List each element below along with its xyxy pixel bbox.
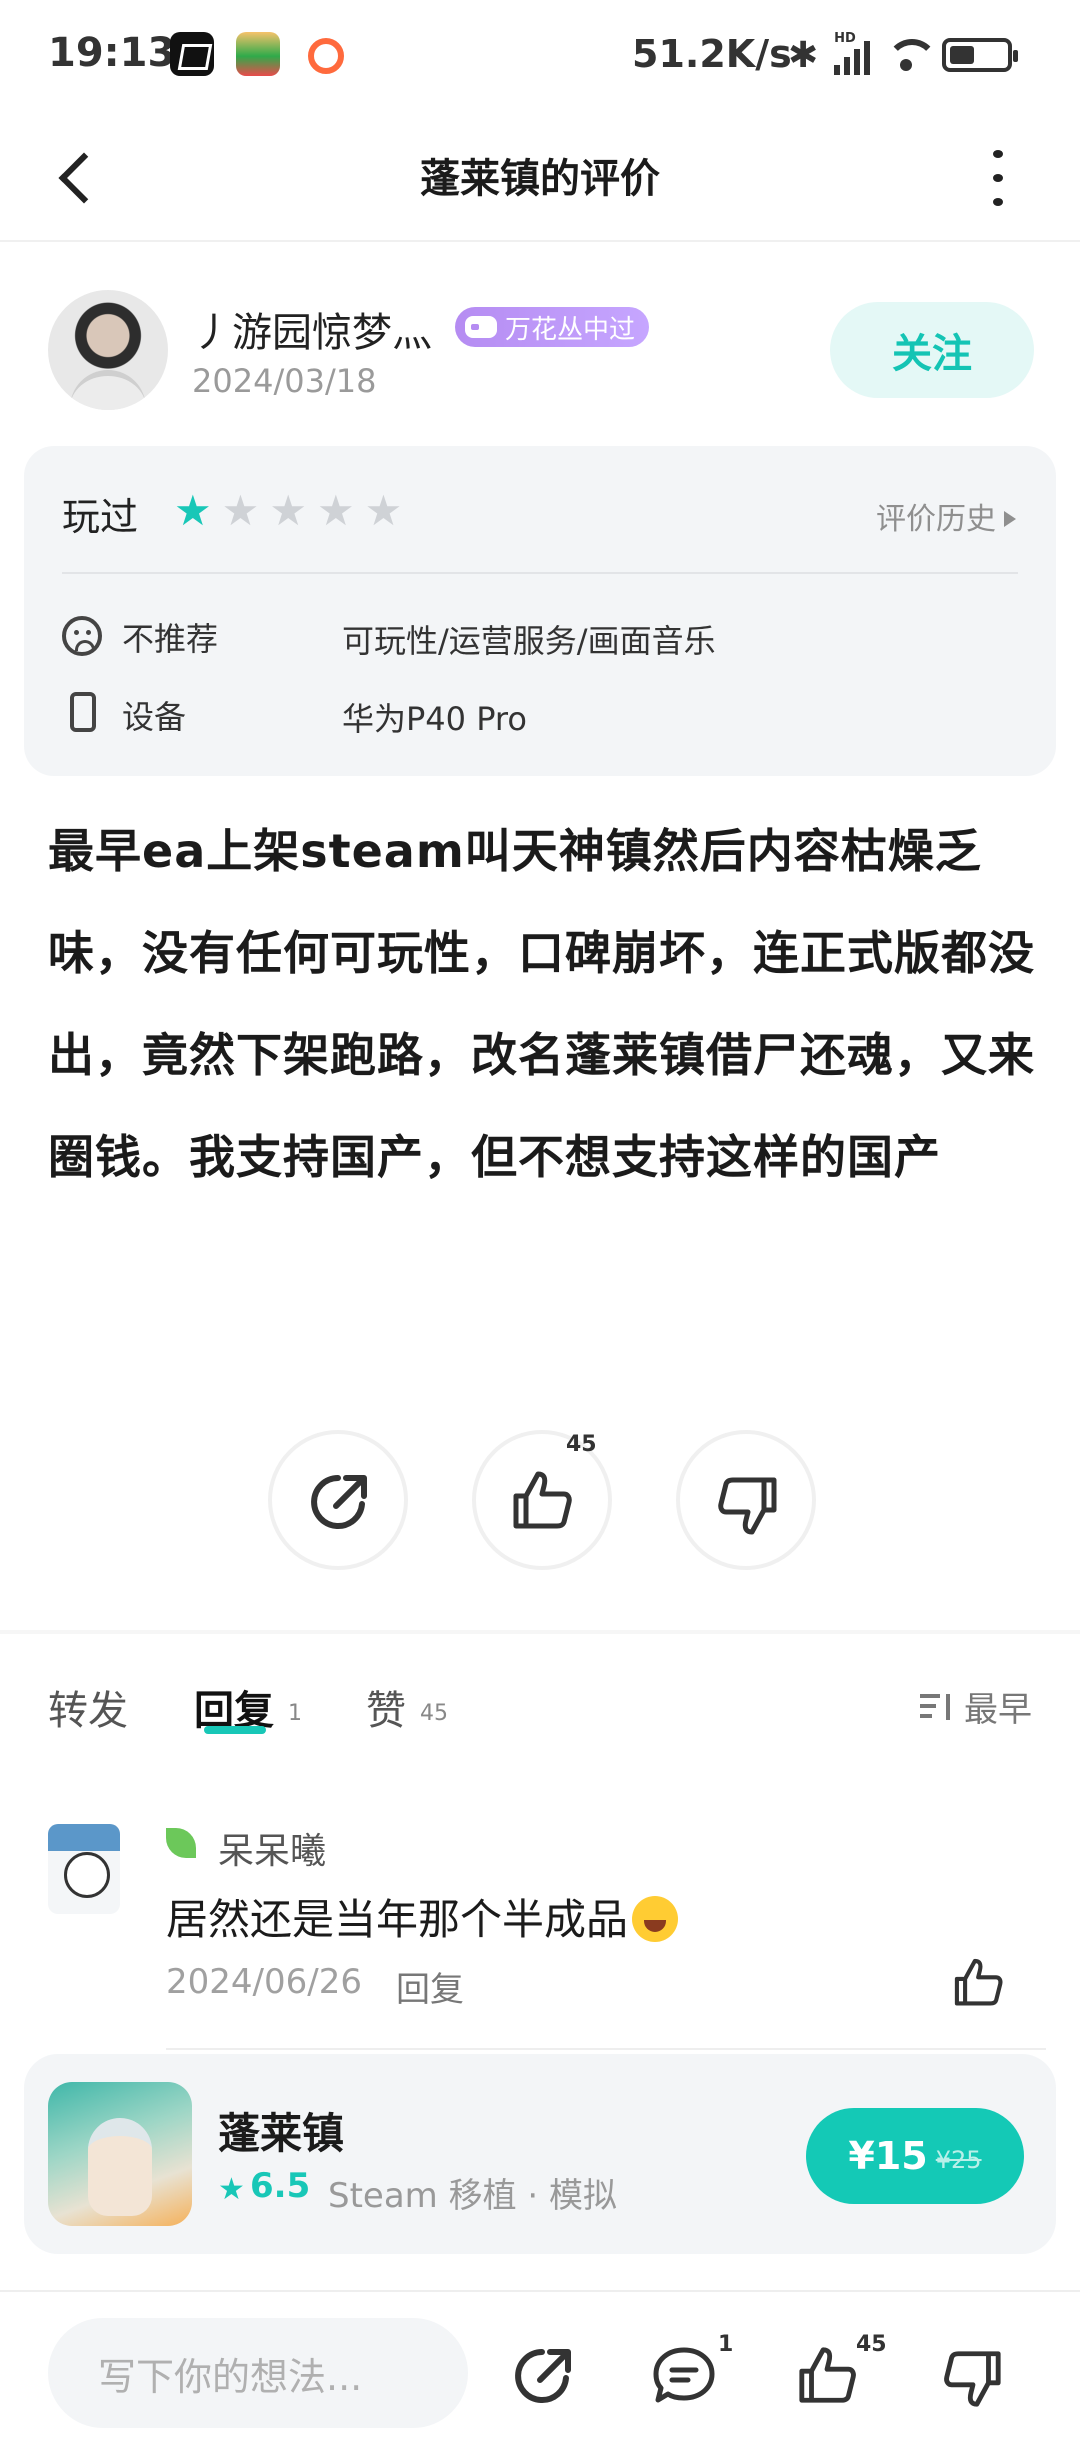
status-bar: 19:13 51.2K/s ✱ HD bbox=[0, 0, 1080, 110]
divider bbox=[0, 2290, 1080, 2292]
dislike-button[interactable] bbox=[676, 1430, 816, 1570]
rating-history-label: 评价历史 bbox=[876, 502, 996, 537]
comment-body: 居然还是当年那个半成品 bbox=[166, 1895, 629, 1944]
buy-button[interactable]: ¥15 ¥25 bbox=[806, 2108, 1024, 2204]
star-empty-icon: ★ bbox=[364, 486, 403, 535]
review-date: 2024/03/18 bbox=[192, 362, 377, 400]
comment-input[interactable]: 写下你的想法... bbox=[48, 2318, 468, 2428]
gamepad-icon bbox=[465, 316, 497, 338]
app-icon bbox=[236, 32, 280, 76]
star-empty-icon: ★ bbox=[269, 486, 307, 535]
game-score: 6.5 bbox=[250, 2166, 311, 2206]
tab-repost[interactable]: 转发 bbox=[48, 1678, 128, 1736]
header: 蓬莱镇的评价 bbox=[0, 110, 1080, 242]
tab-likes[interactable]: 赞 45 bbox=[366, 1678, 448, 1736]
sort-button[interactable]: 最早 bbox=[920, 1682, 1032, 1731]
badge-label: 万花丛中过 bbox=[505, 314, 636, 345]
comment-date: 2024/06/26 bbox=[166, 1962, 362, 2002]
review-text: 最早ea上架steam叫天神镇然后内容枯燥乏味，没有任何可玩性，口碑崩坏，连正式… bbox=[48, 824, 1035, 1184]
device-label: 设备 bbox=[122, 698, 187, 736]
author-badge: 万花丛中过 bbox=[455, 307, 650, 347]
star-empty-icon: ★ bbox=[221, 486, 260, 535]
comment-icon[interactable] bbox=[650, 2344, 718, 2408]
sort-label: 最早 bbox=[964, 1690, 1032, 1730]
original-price: ¥25 bbox=[935, 2146, 982, 2174]
more-icon[interactable] bbox=[978, 150, 1018, 206]
star-filled-icon: ★ bbox=[174, 486, 212, 535]
share-icon[interactable] bbox=[508, 2340, 578, 2410]
play-arrow-icon bbox=[1004, 511, 1016, 527]
sad-face-icon bbox=[62, 616, 102, 656]
rating-card: 玩过 ★ ★ ★ ★ ★ 评价历史 不推荐 可玩性/运营服务/画面音乐 设备 华为P40… bbox=[24, 446, 1056, 776]
comment-like-icon[interactable] bbox=[952, 1956, 1006, 2010]
divider bbox=[62, 572, 1018, 574]
signal-icon: HD bbox=[834, 31, 871, 75]
share-icon bbox=[311, 1475, 367, 1529]
battery-icon bbox=[942, 38, 1019, 72]
star-empty-icon: ★ bbox=[316, 486, 355, 535]
commenter-avatar[interactable] bbox=[48, 1824, 120, 1914]
comment-text: 居然还是当年那个半成品 bbox=[166, 1886, 679, 1947]
game-icon bbox=[48, 2082, 192, 2226]
follow-button[interactable]: 关注 bbox=[830, 302, 1034, 398]
page-title: 蓬莱镇的评价 bbox=[420, 156, 660, 202]
divider bbox=[0, 1630, 1080, 1634]
leaf-icon bbox=[166, 1828, 196, 1858]
phone-icon bbox=[70, 692, 96, 732]
thumbs-up-icon[interactable] bbox=[796, 2344, 860, 2408]
game-tags: Steam 移植 · 模拟 bbox=[328, 2176, 618, 2216]
share-button[interactable] bbox=[268, 1430, 408, 1570]
recommend-value: 可玩性/运营服务/画面音乐 bbox=[342, 622, 716, 660]
wifi-icon bbox=[886, 37, 939, 73]
reply-count: 1 bbox=[718, 2332, 734, 2357]
thumbs-down-icon bbox=[718, 1477, 777, 1535]
app-icon bbox=[170, 32, 214, 76]
hd-label: HD bbox=[834, 31, 856, 46]
status-icons: ✱ HD bbox=[788, 30, 1019, 80]
recommend-label: 不推荐 bbox=[122, 620, 219, 658]
device-value: 华为P40 Pro bbox=[342, 700, 527, 738]
current-price: ¥15 bbox=[848, 2134, 928, 2178]
laughing-emoji-icon bbox=[632, 1896, 679, 1942]
thumbs-down-icon[interactable] bbox=[940, 2346, 1004, 2410]
game-card[interactable]: 蓬莱镇 ★ 6.5 Steam 移植 · 模拟 ¥15 ¥25 bbox=[24, 2054, 1056, 2254]
tab-count: 1 bbox=[288, 1701, 302, 1726]
like-count: 45 bbox=[856, 2332, 887, 2357]
status-time: 19:13 bbox=[48, 30, 176, 76]
sort-icon bbox=[920, 1690, 956, 1724]
tab-label: 转发 bbox=[48, 1688, 128, 1734]
tab-label: 赞 bbox=[366, 1688, 406, 1734]
like-count: 45 bbox=[566, 1432, 597, 1457]
thumbs-up-icon bbox=[513, 1471, 572, 1529]
tab-count: 45 bbox=[420, 1701, 448, 1726]
star-icon: ★ bbox=[218, 2172, 245, 2207]
app-icon bbox=[308, 38, 344, 74]
network-speed: 51.2K/s bbox=[632, 32, 792, 76]
star-rating: ★ ★ ★ ★ ★ bbox=[174, 490, 402, 532]
played-label: 玩过 bbox=[62, 495, 139, 539]
rating-history-link[interactable]: 评价历史 bbox=[876, 494, 1016, 538]
divider bbox=[166, 2048, 1046, 2050]
game-name: 蓬莱镇 bbox=[218, 2109, 345, 2158]
commenter-name[interactable]: 呆呆曦 bbox=[218, 1822, 326, 1874]
bluetooth-icon: ✱ bbox=[788, 34, 819, 76]
author-name[interactable]: 丿游园惊梦灬 bbox=[192, 300, 432, 358]
author-avatar[interactable] bbox=[48, 290, 168, 410]
comment-reply-button[interactable]: 回复 bbox=[396, 1962, 464, 2011]
active-tab-indicator bbox=[204, 1726, 266, 1734]
